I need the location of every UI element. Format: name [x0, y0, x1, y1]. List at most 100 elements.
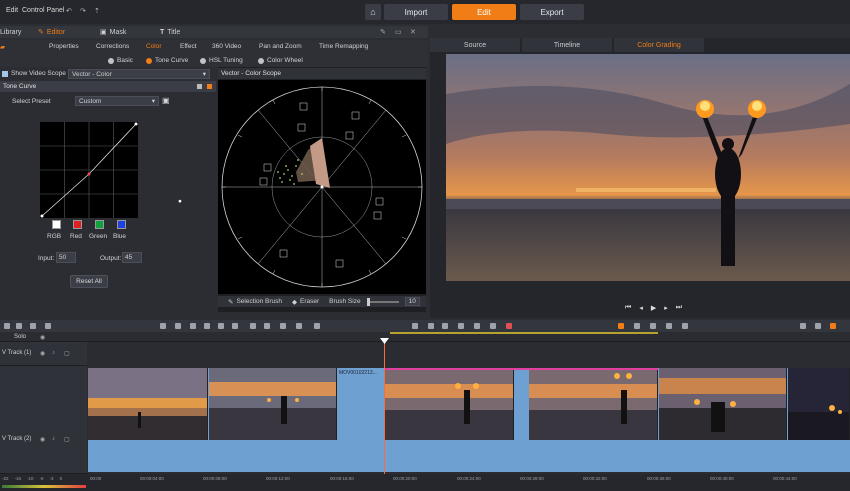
speaker-icon[interactable]: ♪ — [52, 436, 55, 442]
tool-icon[interactable] — [160, 323, 166, 329]
redo-icon[interactable]: ↷ — [80, 7, 86, 15]
tool-icon[interactable] — [190, 323, 196, 329]
input-field[interactable]: 50 — [56, 252, 76, 263]
edit-button[interactable]: Edit — [452, 4, 516, 20]
playhead[interactable] — [384, 340, 385, 476]
tool-icon[interactable] — [800, 323, 806, 329]
skip-end-icon[interactable]: ⏭ — [676, 304, 682, 312]
tool-icon[interactable] — [428, 323, 434, 329]
radio-hsl-tuning[interactable]: HSL Tuning — [200, 57, 243, 64]
show-scope-toggle[interactable]: Show Video Scope — [2, 70, 66, 77]
tool-icon[interactable] — [666, 323, 672, 329]
tool-icon[interactable] — [474, 323, 480, 329]
tab-title[interactable]: T Title — [160, 26, 180, 38]
step-back-icon[interactable]: ◂ — [639, 304, 643, 312]
subtab-pan-zoom[interactable]: Pan and Zoom — [259, 43, 302, 50]
save-icon[interactable]: ▣ — [162, 96, 170, 105]
subtab-time-remapping[interactable]: Time Remapping — [319, 43, 368, 50]
radio-tone-curve[interactable]: Tone Curve — [146, 57, 188, 64]
undo-icon[interactable]: ↶ — [66, 7, 72, 15]
tool-icon[interactable] — [45, 323, 51, 329]
channel-blue-swatch[interactable] — [117, 220, 126, 229]
tool-icon[interactable] — [264, 323, 270, 329]
tool-icon[interactable] — [232, 323, 238, 329]
channel-rgb-swatch[interactable] — [52, 220, 61, 229]
speaker-icon[interactable]: ♪ — [52, 350, 55, 356]
tool-icon[interactable] — [314, 323, 320, 329]
tool-icon[interactable] — [634, 323, 640, 329]
step-forward-icon[interactable]: ▸ — [664, 304, 668, 312]
tone-curve-graph[interactable] — [40, 122, 138, 218]
video-clip[interactable] — [659, 368, 787, 440]
radio-basic[interactable]: Basic — [108, 57, 133, 64]
output-field[interactable]: 45 — [122, 252, 142, 263]
folder-icon[interactable]: ▰ — [0, 43, 5, 51]
video-clip[interactable] — [384, 368, 514, 440]
tool-icon[interactable] — [442, 323, 448, 329]
magnet-icon[interactable] — [830, 323, 836, 329]
brush-size-slider[interactable] — [366, 297, 399, 306]
dock-icon[interactable]: ▭ — [395, 26, 402, 38]
lock-icon[interactable]: ▢ — [64, 350, 70, 357]
tab-color-grading[interactable]: Color Grading — [614, 38, 704, 52]
pointer-icon[interactable] — [618, 323, 624, 329]
export-button[interactable]: Export — [520, 4, 584, 20]
selection-brush-button[interactable]: Selection Brush — [236, 298, 282, 305]
play-icon[interactable]: ▶ — [651, 304, 656, 312]
tab-editor[interactable]: ✎ Editor — [38, 26, 65, 38]
tool-icon[interactable] — [650, 323, 656, 329]
curve-point-icon[interactable]: ● — [178, 198, 182, 205]
eraser-icon[interactable]: ◆ — [292, 298, 297, 306]
tool-icon[interactable] — [204, 323, 210, 329]
tool-icon[interactable] — [815, 323, 821, 329]
tool-icon[interactable] — [30, 323, 36, 329]
tool-icon[interactable] — [458, 323, 464, 329]
power-icon[interactable] — [207, 84, 212, 89]
scope-select[interactable]: Vector - Color ▾ — [68, 69, 210, 79]
video-preview[interactable] — [446, 54, 850, 281]
video-clip[interactable] — [88, 368, 208, 440]
close-icon[interactable]: ✕ — [410, 26, 416, 38]
radio-color-wheel[interactable]: Color Wheel — [258, 57, 303, 64]
reset-icon[interactable] — [197, 84, 202, 89]
pen-icon[interactable]: ✎ — [380, 26, 386, 38]
eye-icon[interactable]: ◉ — [40, 350, 45, 357]
lock-icon[interactable]: ▢ — [64, 436, 70, 443]
work-area-bar[interactable] — [390, 332, 658, 334]
tool-icon[interactable] — [175, 323, 181, 329]
skip-start-icon[interactable]: ⏮ — [625, 304, 631, 312]
tab-timeline[interactable]: Timeline — [522, 38, 612, 52]
reset-all-button[interactable]: Reset All — [70, 275, 108, 288]
record-icon[interactable] — [506, 323, 512, 329]
channel-green-swatch[interactable] — [95, 220, 104, 229]
tool-icon[interactable] — [218, 323, 224, 329]
preset-select[interactable]: Custom ▾ — [75, 96, 159, 106]
upload-icon[interactable]: ⇡ — [94, 7, 100, 15]
tool-icon[interactable] — [412, 323, 418, 329]
tool-icon[interactable] — [490, 323, 496, 329]
tool-icon[interactable] — [16, 323, 22, 329]
video-clip[interactable] — [788, 368, 850, 440]
tab-source[interactable]: Source — [430, 38, 520, 52]
eye-icon[interactable]: ◉ — [40, 436, 45, 443]
subtab-color[interactable]: Color — [146, 43, 162, 50]
eraser-button[interactable]: Eraser — [300, 298, 319, 305]
menu-control-panel[interactable]: Control Panel — [22, 7, 64, 14]
tab-library[interactable]: Library — [0, 26, 21, 38]
brush-icon[interactable]: ✎ — [228, 298, 233, 306]
channel-red-swatch[interactable] — [73, 220, 82, 229]
menu-edit[interactable]: Edit — [6, 7, 18, 14]
tool-icon[interactable] — [296, 323, 302, 329]
tool-icon[interactable] — [4, 323, 10, 329]
eye-icon[interactable]: ◉ — [40, 334, 45, 341]
brush-size-field[interactable]: 10 — [404, 297, 420, 306]
video-clip[interactable] — [529, 368, 658, 440]
home-button[interactable]: ⌂ — [365, 4, 381, 20]
subtab-effect[interactable]: Effect — [180, 43, 197, 50]
tool-icon[interactable] — [250, 323, 256, 329]
subtab-properties[interactable]: Properties — [49, 43, 79, 50]
subtab-corrections[interactable]: Corrections — [96, 43, 129, 50]
subtab-360-video[interactable]: 360 Video — [212, 43, 241, 50]
video-clip[interactable] — [209, 368, 337, 440]
tool-icon[interactable] — [682, 323, 688, 329]
